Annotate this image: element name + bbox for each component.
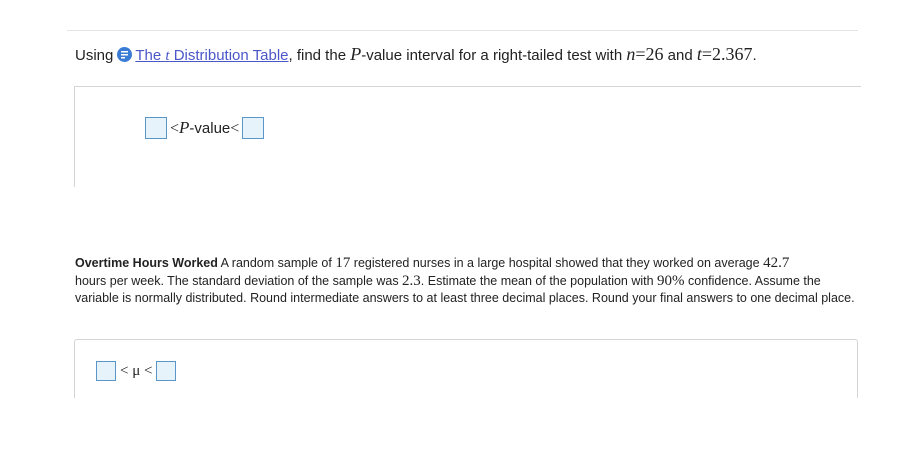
problem-text-3: hours per week. The standard deviation o… bbox=[75, 273, 403, 288]
prompt-text-2: -value interval for a right-tailed test … bbox=[361, 47, 627, 64]
less-than-1: < bbox=[170, 120, 180, 137]
link-text-pre: The bbox=[135, 47, 166, 64]
p-value-lower-input[interactable] bbox=[145, 117, 167, 139]
p-value-upper-input[interactable] bbox=[242, 117, 265, 139]
link-text-post: Distribution Table bbox=[169, 47, 289, 64]
prompt-text-1: , find the bbox=[288, 47, 351, 64]
t-distribution-table-link[interactable]: The t Distribution Table bbox=[135, 47, 288, 64]
value-label: -value bbox=[189, 120, 231, 137]
t-value: =2.367 bbox=[701, 44, 753, 64]
question-2-prompt: Overtime Hours Worked A random sample of… bbox=[75, 255, 865, 308]
p-variable: P bbox=[350, 44, 362, 64]
question-1-prompt: Using The t Distribution Table, find the … bbox=[75, 44, 757, 66]
prompt-prefix: Using bbox=[75, 47, 114, 64]
sample-sd: 2.3 bbox=[402, 272, 421, 289]
confidence-level: 90% bbox=[657, 272, 685, 289]
mu-label: μ bbox=[132, 362, 141, 379]
p-value-interval-row: <P-value< bbox=[145, 117, 265, 139]
sample-mean: 42.7 bbox=[763, 255, 790, 271]
problem-text-2: registered nurses in a large hospital sh… bbox=[350, 256, 764, 270]
n-variable: n bbox=[626, 44, 636, 64]
mu-lower-input[interactable] bbox=[96, 361, 116, 381]
problem-text-1: A random sample of bbox=[217, 256, 336, 270]
info-icon[interactable] bbox=[117, 47, 133, 62]
top-divider bbox=[67, 30, 858, 31]
problem-title: Overtime Hours Worked bbox=[75, 256, 218, 270]
less-than-2: < bbox=[230, 120, 240, 137]
p-value-inequality: <P-value< bbox=[170, 118, 240, 137]
prompt-period: . bbox=[752, 47, 757, 64]
mu-less-than-1: < bbox=[120, 362, 129, 379]
problem-text-4: . Estimate the mean of the population wi… bbox=[420, 273, 658, 288]
mu-upper-input[interactable] bbox=[156, 361, 177, 381]
sample-size: 17 bbox=[335, 255, 351, 271]
mu-interval-row: < μ < bbox=[96, 361, 177, 381]
prompt-text-and: and bbox=[663, 47, 697, 64]
p-label: P bbox=[179, 118, 190, 137]
mu-inequality: < μ < bbox=[120, 363, 152, 379]
n-value: =26 bbox=[635, 44, 664, 64]
answer-panel-2 bbox=[74, 339, 858, 398]
mu-less-than-2: < bbox=[144, 362, 153, 379]
